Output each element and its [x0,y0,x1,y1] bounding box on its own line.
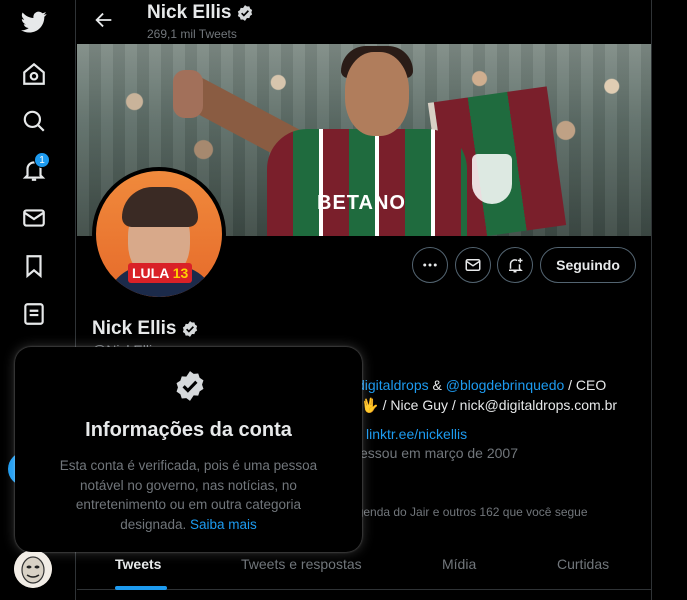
profile-display-name: Nick Ellis [92,318,177,339]
more-options-button[interactable] [412,247,448,283]
popup-title: Informações da conta [85,419,292,441]
tab-tweets-replies[interactable]: Tweets e respostas [241,556,362,572]
avatar-badge-text: LULA [132,265,169,281]
verified-badge-icon [176,371,204,401]
verified-badge-icon[interactable] [181,320,199,338]
bio-link-blogdebrinquedo[interactable]: @blogdebrinquedo [446,377,565,393]
popup-description: Esta conta é verificada, pois é uma pess… [45,456,332,534]
popup-body: Esta conta é verificada, pois é uma pess… [59,458,318,532]
learn-more-link[interactable]: Saiba mais [190,517,257,532]
followed-by-text[interactable]: agenda do Jair e outros 162 que você seg… [350,505,588,519]
column-divider [651,0,652,600]
notification-badge: 1 [34,152,50,168]
home-icon[interactable] [14,54,54,94]
bio-link-digitaldrops[interactable]: digitaldrops [357,377,429,393]
bookmark-icon[interactable] [14,246,54,286]
banner-head [345,52,409,136]
search-icon[interactable] [14,101,54,141]
header-title: Nick Ellis [147,2,254,24]
avatar-lula-badge: LULA 13 [128,263,193,283]
back-arrow-icon[interactable] [93,9,115,31]
tab-media[interactable]: Mídia [442,556,476,572]
tab-likes[interactable]: Curtidas [557,556,609,572]
joined-date: essou em março de 2007 [360,445,518,461]
bio-line-1: digitaldrops & @blogdebrinquedo / CEO [357,377,606,393]
verified-badge-icon [237,5,252,21]
mail-icon [465,259,481,271]
more-dots-icon [423,263,437,267]
website-link[interactable]: linktr.ee/nickellis [366,426,467,442]
bio-text: / Nice Guy / nick@digitaldrops.com.br [382,397,618,413]
profile-avatar[interactable]: LULA 13 [92,167,226,301]
banner-hand [173,70,203,118]
messages-mail-icon[interactable] [14,198,54,238]
lists-icon[interactable] [14,294,54,334]
account-avatar[interactable] [14,550,52,588]
avatar-hair [122,187,198,227]
notify-button[interactable] [497,247,533,283]
banner-flag-crest [472,154,512,204]
account-info-popup: Informações da conta Esta conta é verifi… [15,347,362,552]
notifications-bell-icon[interactable]: 1 [14,150,54,190]
tweet-count: 269,1 mil Tweets [147,27,237,41]
bio-separator: & [428,377,446,393]
tab-tweets[interactable]: Tweets [115,556,161,572]
profile-header: Nick Ellis 269,1 mil Tweets [77,0,652,44]
bell-plus-icon [509,258,523,273]
following-button[interactable]: Seguindo [540,247,636,283]
profile-name: Nick Ellis [92,318,199,340]
avatar-badge-number: 13 [172,265,189,281]
message-button[interactable] [455,247,491,283]
bio-line-2: 💚 🖖 / Nice Guy / nick@digitaldrops.com.b… [340,397,617,414]
twitter-logo-icon[interactable] [14,2,54,42]
bio-role: / CEO [564,377,607,393]
banner-jersey [267,129,467,236]
banner-sponsor-text: BETANO [317,192,406,214]
active-tab-indicator [115,586,167,590]
header-name: Nick Ellis [147,2,232,23]
